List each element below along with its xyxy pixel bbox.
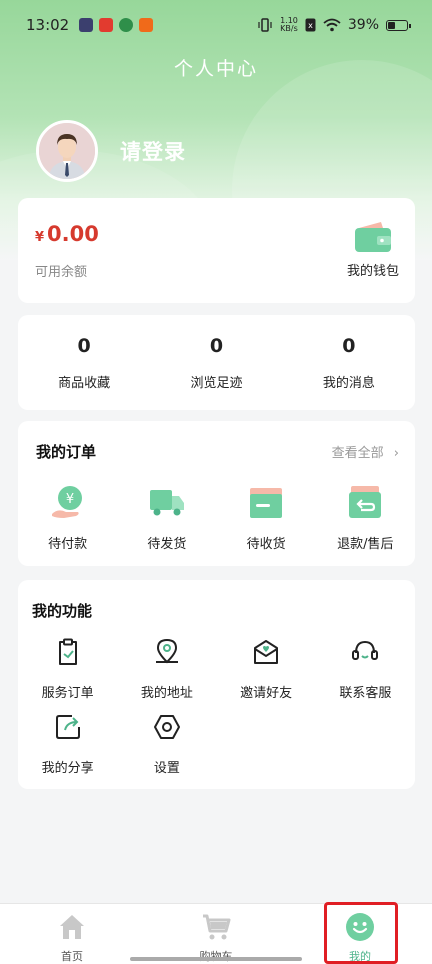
- avatar[interactable]: [36, 120, 98, 182]
- app-notification-icon: [79, 18, 94, 32]
- func-settings[interactable]: 设置: [117, 713, 216, 788]
- stat-history[interactable]: 0 浏览足迹: [150, 315, 282, 410]
- wallet-icon: [355, 222, 391, 252]
- profile-login[interactable]: 请登录: [36, 120, 186, 182]
- settings-icon: [153, 715, 180, 739]
- tab-profile[interactable]: 我的: [288, 904, 432, 964]
- orders-card: 我的订单 查看全部 › ¥ 待付款 待发货 待收货 退款/售后: [18, 421, 415, 566]
- smile-face-icon: [346, 913, 374, 941]
- order-pending-receipt[interactable]: 待收货: [217, 484, 316, 552]
- vibrate-icon: [258, 18, 272, 32]
- app-notification-icon: [119, 18, 134, 32]
- svg-text:¥: ¥: [65, 492, 73, 507]
- avatar-person-icon: [39, 123, 95, 179]
- func-my-address[interactable]: 我的地址: [117, 638, 216, 713]
- stat-messages[interactable]: 0 我的消息: [283, 315, 415, 410]
- tab-cart[interactable]: 购物车: [144, 904, 288, 964]
- status-bar: 13:02 1.10 KB/s x 39%: [0, 0, 432, 50]
- share-icon: [55, 715, 80, 739]
- box-icon: [250, 488, 283, 518]
- func-my-share[interactable]: 我的分享: [18, 713, 117, 788]
- order-refund-aftersale[interactable]: 退款/售后: [316, 484, 415, 552]
- home-indicator[interactable]: [130, 957, 302, 961]
- func-service-orders[interactable]: 服务订单: [18, 638, 117, 713]
- stat-favorites[interactable]: 0 商品收藏: [18, 315, 150, 410]
- stats-card: 0 商品收藏 0 浏览足迹 0 我的消息: [18, 315, 415, 410]
- home-icon: [60, 915, 84, 939]
- location-icon: [155, 638, 178, 664]
- my-wallet-button[interactable]: 我的钱包: [346, 220, 400, 279]
- bottom-tab-bar: 首页 购物车 我的: [0, 903, 432, 964]
- clipboard-icon: [58, 638, 77, 665]
- orders-title: 我的订单: [36, 443, 97, 461]
- status-time: 13:02: [26, 16, 70, 34]
- invite-mail-icon: [254, 640, 279, 664]
- tab-home[interactable]: 首页: [0, 904, 144, 964]
- func-customer-service[interactable]: 联系客服: [316, 638, 415, 713]
- view-all-orders-link[interactable]: 查看全部 ›: [332, 442, 399, 461]
- chevron-right-icon: ›: [393, 446, 399, 461]
- functions-title: 我的功能: [32, 602, 93, 620]
- battery-percent: 39%: [347, 17, 379, 33]
- func-invite-friends[interactable]: 邀请好友: [217, 638, 316, 713]
- order-pending-shipment[interactable]: 待发货: [117, 484, 216, 552]
- balance-label: 可用余额: [35, 265, 88, 280]
- battery-icon: [386, 19, 411, 31]
- wifi-icon: [323, 18, 341, 32]
- net-speed: 1.10 KB/s: [280, 16, 298, 33]
- truck-icon: [149, 490, 184, 516]
- functions-card: 我的功能 服务订单 我的地址 邀请好友 联系客服 我的分享 设置: [18, 580, 415, 789]
- app-notification-icon: [139, 18, 154, 32]
- cart-icon: [203, 914, 231, 940]
- page-title: 个人中心: [173, 58, 258, 80]
- payment-icon: ¥: [51, 486, 82, 518]
- order-pending-payment[interactable]: ¥ 待付款: [18, 484, 117, 552]
- wallet-card: ¥0.00 可用余额 我的钱包: [18, 198, 415, 303]
- svg-text:x: x: [308, 21, 313, 30]
- app-notification-icon: [99, 18, 114, 32]
- refund-icon: [349, 486, 382, 518]
- sim-icon: x: [305, 18, 316, 32]
- headset-icon: [352, 640, 379, 660]
- balance-amount: ¥0.00: [35, 222, 99, 246]
- login-text[interactable]: 请登录: [120, 136, 186, 166]
